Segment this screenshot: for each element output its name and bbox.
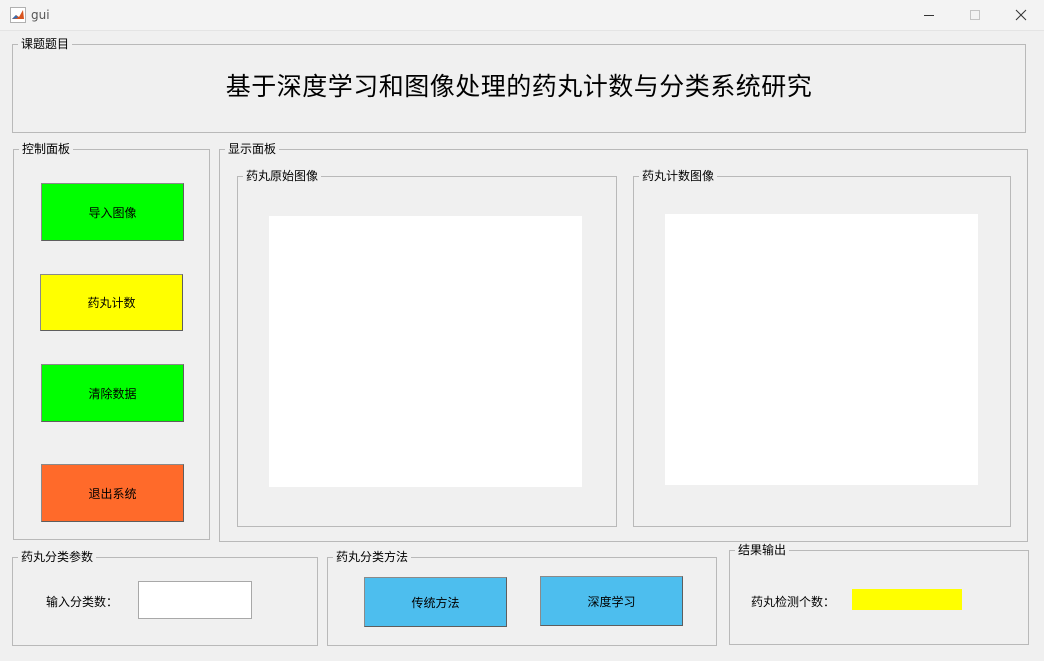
traditional-method-button[interactable]: 传统方法 bbox=[364, 577, 507, 627]
original-image-axes bbox=[269, 216, 582, 487]
classification-params-panel: 药丸分类参数 输入分类数： bbox=[12, 549, 318, 646]
count-image-legend: 药丸计数图像 bbox=[639, 168, 718, 184]
minimize-icon bbox=[924, 15, 934, 16]
count-image-axes bbox=[665, 214, 978, 485]
matlab-app-icon bbox=[10, 7, 26, 23]
title-panel-legend: 课题题目 bbox=[18, 36, 73, 52]
close-button[interactable] bbox=[998, 0, 1044, 30]
class-count-label: 输入分类数： bbox=[46, 595, 119, 609]
pill-count-result-label: 药丸检测个数： bbox=[751, 595, 836, 609]
window-title: gui bbox=[31, 8, 50, 22]
exit-system-button[interactable]: 退出系统 bbox=[41, 464, 184, 522]
class-count-input[interactable] bbox=[138, 581, 252, 619]
method-panel-legend: 药丸分类方法 bbox=[333, 549, 412, 565]
count-image-panel: 药丸计数图像 bbox=[633, 168, 1011, 527]
display-panel: 显示面板 药丸原始图像 药丸计数图像 bbox=[219, 141, 1028, 542]
maximize-icon bbox=[970, 10, 980, 20]
pill-count-button[interactable]: 药丸计数 bbox=[40, 274, 183, 331]
result-panel-legend: 结果输出 bbox=[735, 542, 790, 558]
clear-data-button[interactable]: 清除数据 bbox=[41, 364, 184, 422]
close-icon bbox=[1015, 9, 1027, 21]
classification-method-panel: 药丸分类方法 传统方法 深度学习 bbox=[327, 549, 717, 646]
title-panel: 课题题目 基于深度学习和图像处理的药丸计数与分类系统研究 bbox=[12, 36, 1026, 133]
import-image-button[interactable]: 导入图像 bbox=[41, 183, 184, 241]
title-bar: gui bbox=[0, 0, 1044, 31]
display-panel-legend: 显示面板 bbox=[225, 141, 280, 157]
original-image-panel: 药丸原始图像 bbox=[237, 168, 617, 527]
deep-learning-button[interactable]: 深度学习 bbox=[540, 576, 683, 626]
params-panel-legend: 药丸分类参数 bbox=[18, 549, 97, 565]
project-heading: 基于深度学习和图像处理的药丸计数与分类系统研究 bbox=[225, 72, 813, 101]
original-image-legend: 药丸原始图像 bbox=[243, 168, 322, 184]
maximize-button[interactable] bbox=[952, 0, 998, 30]
control-panel: 控制面板 导入图像 药丸计数 清除数据 退出系统 bbox=[13, 141, 210, 540]
pill-count-result-value bbox=[852, 589, 962, 610]
result-output-panel: 结果输出 药丸检测个数： bbox=[729, 542, 1029, 645]
minimize-button[interactable] bbox=[906, 0, 952, 30]
control-panel-legend: 控制面板 bbox=[19, 141, 74, 157]
